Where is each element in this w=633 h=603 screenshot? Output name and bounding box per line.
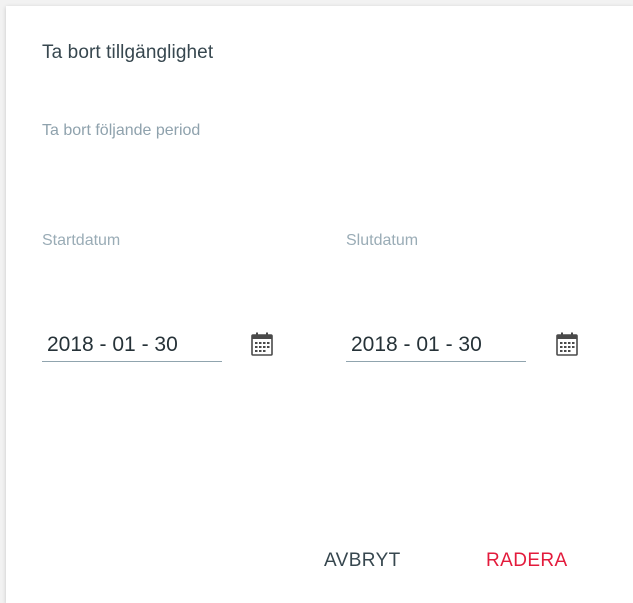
end-date-input[interactable] (346, 328, 526, 362)
start-date-input[interactable] (42, 328, 222, 362)
remove-availability-dialog: Ta bort tillgänglighet Ta bort följande … (6, 6, 633, 603)
end-date-calendar-icon[interactable] (556, 332, 578, 356)
start-date-calendar-icon[interactable] (251, 332, 273, 356)
cancel-button[interactable]: AVBRYT (324, 550, 401, 572)
dialog-subtitle: Ta bort följande period (42, 122, 201, 139)
end-date-label: Slutdatum (346, 232, 419, 249)
start-date-label: Startdatum (42, 232, 121, 249)
delete-button[interactable]: RADERA (486, 550, 568, 572)
dialog-title: Ta bort tillgänglighet (42, 42, 214, 63)
